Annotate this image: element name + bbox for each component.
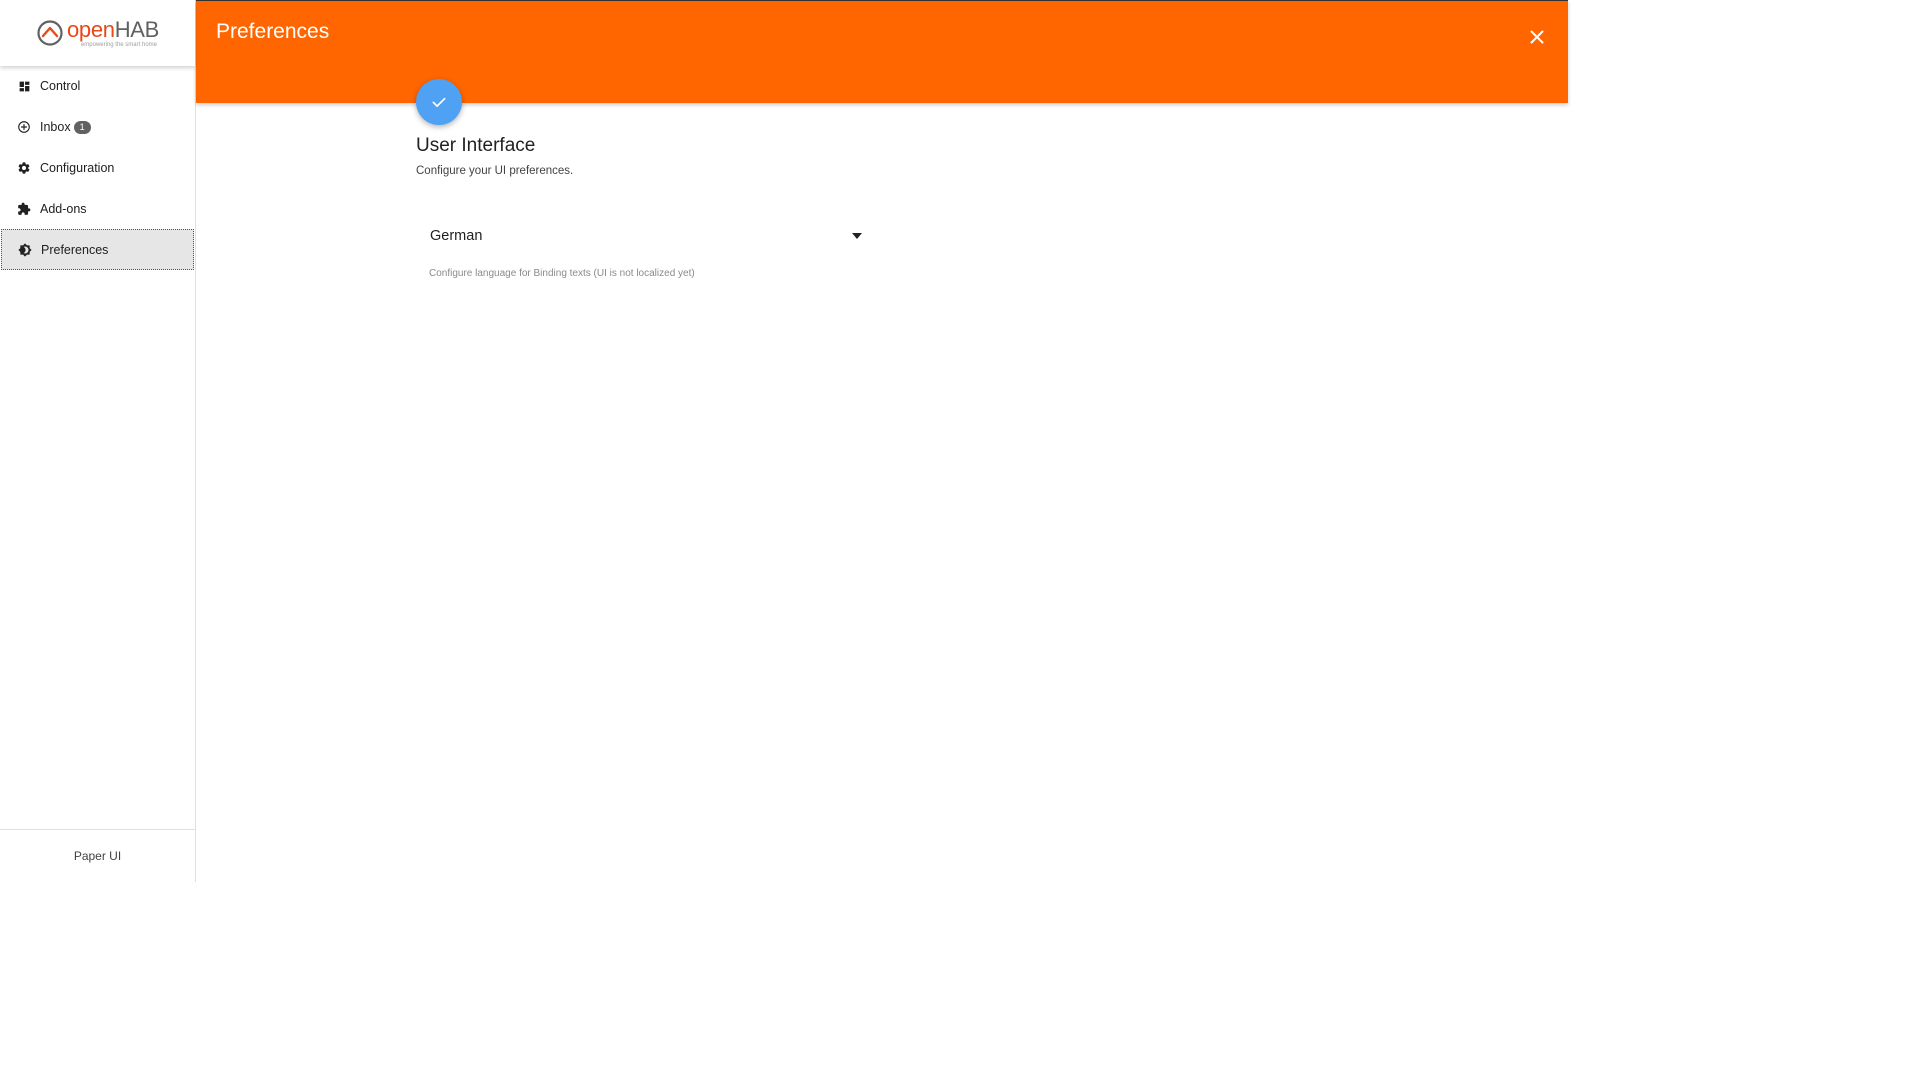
language-select-value: German bbox=[430, 228, 483, 244]
openhab-logo[interactable]: openHAB empowering the smart home bbox=[36, 16, 160, 48]
sidebar-item-label: Configuration bbox=[40, 160, 115, 175]
dashboard-icon bbox=[17, 79, 31, 93]
sidebar-item-label: Control bbox=[40, 79, 81, 94]
section-title: User Interface bbox=[416, 135, 536, 156]
save-fab-button[interactable] bbox=[416, 79, 462, 125]
sidebar-item-label: Inbox bbox=[40, 120, 71, 135]
sidebar-nav: Control Inbox 1 Configuration Add-ons Pr… bbox=[0, 66, 195, 270]
close-icon bbox=[1530, 30, 1544, 44]
add-circle-icon bbox=[17, 120, 31, 134]
app-root: openHAB empowering the smart home Contro… bbox=[0, 0, 1568, 882]
language-select[interactable]: German bbox=[430, 222, 866, 250]
sidebar-item-add-ons[interactable]: Add-ons bbox=[0, 188, 195, 229]
logo-text-hab: HAB bbox=[114, 16, 160, 42]
sidebar-item-label: Preferences bbox=[41, 242, 109, 257]
sidebar-item-configuration[interactable]: Configuration bbox=[0, 148, 195, 189]
puzzle-icon bbox=[17, 202, 31, 216]
logo-tagline: empowering the smart home bbox=[80, 41, 157, 48]
sidebar-item-preferences[interactable]: Preferences bbox=[1, 229, 194, 270]
sidebar-footer: Paper UI bbox=[0, 829, 195, 882]
page-title: Preferences bbox=[216, 20, 330, 43]
gear-icon bbox=[17, 161, 31, 175]
brightness-icon bbox=[18, 242, 32, 257]
check-icon bbox=[432, 97, 446, 107]
openhab-logo-icon bbox=[37, 20, 63, 46]
sidebar-item-control[interactable]: Control bbox=[0, 66, 195, 107]
language-select-hint: Configure language for Binding texts (UI… bbox=[429, 268, 695, 279]
sidebar-item-inbox[interactable]: Inbox 1 bbox=[0, 107, 195, 148]
user-interface-section: User Interface Configure your UI prefere… bbox=[416, 135, 573, 177]
close-button[interactable] bbox=[1528, 28, 1546, 46]
sidebar: openHAB empowering the smart home Contro… bbox=[0, 0, 196, 882]
caret-down-icon bbox=[852, 233, 862, 239]
logo-area: openHAB empowering the smart home bbox=[0, 0, 195, 66]
footer-label: Paper UI bbox=[73, 849, 122, 863]
inbox-count-badge: 1 bbox=[73, 120, 91, 134]
section-subtitle: Configure your UI preferences. bbox=[416, 165, 574, 177]
sidebar-item-label: Add-ons bbox=[40, 201, 87, 216]
page-header: Preferences bbox=[196, 0, 1568, 103]
logo-text-open: open bbox=[66, 16, 115, 42]
